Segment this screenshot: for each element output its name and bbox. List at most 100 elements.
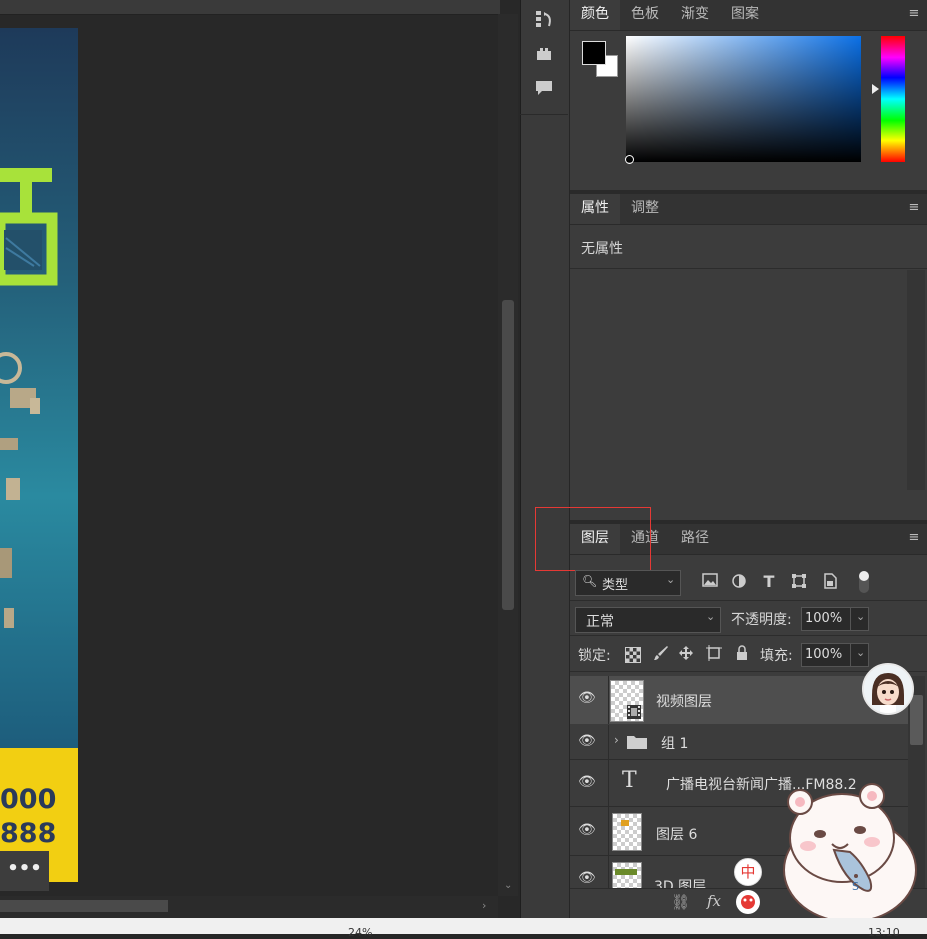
tab-paths[interactable]: 路径 <box>670 524 720 554</box>
ime-badge[interactable]: 中 <box>734 858 762 886</box>
comment-icon[interactable] <box>520 78 568 104</box>
sticker-bear-image: S <box>772 780 922 923</box>
expand-chevron-icon[interactable]: › <box>614 733 619 747</box>
color-panel-tabbar: 颜色 色板 渐变 图案 ≡ <box>570 0 927 31</box>
thumbnail-content <box>621 820 629 826</box>
tab-patterns[interactable]: 图案 <box>720 0 770 30</box>
no-properties-text: 无属性 <box>581 241 623 257</box>
type-filter-icon[interactable]: T <box>759 572 779 591</box>
lock-artboard-icon[interactable] <box>704 645 724 665</box>
zoom-level: 24% <box>348 926 373 939</box>
lock-transparency-icon[interactable] <box>625 647 641 663</box>
layer-thumbnail <box>612 862 642 888</box>
field-divider <box>850 608 851 630</box>
adjust-filter-icon[interactable] <box>729 573 749 593</box>
layer-thumbnail <box>612 813 642 851</box>
lock-brush-icon[interactable] <box>651 645 671 665</box>
link-icon[interactable]: ⛓︎ <box>671 893 690 911</box>
opacity-value: 100% <box>805 611 843 626</box>
ime-emoji-icon[interactable] <box>736 890 760 914</box>
shape-filter-icon[interactable] <box>789 573 809 593</box>
svg-text:S: S <box>852 880 859 893</box>
blend-mode-value: 正常 <box>586 614 614 630</box>
lock-move-icon[interactable] <box>676 645 696 665</box>
poster-phone-line-2: 888 <box>0 818 57 849</box>
fill-field[interactable]: 100% ⌄ <box>801 643 869 667</box>
layer-row[interactable]: 👁︎ 视频图层 <box>570 676 908 724</box>
eye-icon[interactable]: 👁︎ <box>578 870 596 886</box>
chevron-down-icon: ⌄ <box>706 610 716 623</box>
properties-panel-menu-icon[interactable]: ≡ <box>907 194 921 224</box>
filter-divider <box>570 600 927 601</box>
color-picker-marker[interactable] <box>625 155 634 164</box>
eye-icon[interactable]: 👁︎ <box>578 690 596 706</box>
chevron-down-icon[interactable]: ⌄ <box>856 610 865 623</box>
tab-swatches[interactable]: 色板 <box>620 0 670 30</box>
clock: 13:10 <box>868 926 900 939</box>
avatar[interactable] <box>862 663 914 715</box>
opacity-field[interactable]: 100% ⌄ <box>801 607 869 631</box>
hue-slider[interactable] <box>881 36 905 162</box>
properties-panel-tabbar: 属性 调整 ≡ <box>570 194 927 225</box>
lock-all-icon[interactable] <box>732 645 752 665</box>
image-filter-icon[interactable] <box>700 573 720 591</box>
document-poster[interactable]: 000 888 <box>0 28 78 882</box>
layer-filter-dropdown[interactable]: 🔍︎ 类型 ⌄ <box>575 570 681 596</box>
tab-properties[interactable]: 属性 <box>570 194 620 224</box>
blend-mode-dropdown[interactable]: 正常 ⌄ <box>575 607 721 633</box>
folder-icon <box>627 734 647 753</box>
opacity-label: 不透明度: <box>731 612 792 628</box>
layer-row[interactable]: 👁︎ › 组 1 <box>570 725 908 760</box>
canvas-vertical-scroll-thumb[interactable] <box>502 300 514 610</box>
fx-icon[interactable]: fx <box>707 892 721 910</box>
layers-panel-menu-icon[interactable]: ≡ <box>907 524 921 554</box>
filter-toggle[interactable] <box>859 571 869 593</box>
row-divider <box>608 760 609 806</box>
search-icon: 🔍︎ <box>582 574 598 588</box>
film-icon <box>627 705 641 719</box>
chevron-down-icon[interactable]: ⌄ <box>856 646 865 659</box>
smart-filter-icon[interactable] <box>820 573 840 593</box>
highlight-box <box>535 507 651 571</box>
poster-background <box>0 28 78 748</box>
eye-icon[interactable]: 👁︎ <box>578 822 596 838</box>
poster-title-graphic <box>0 168 58 286</box>
properties-divider <box>570 268 927 269</box>
tab-color[interactable]: 颜色 <box>570 0 620 30</box>
layer-filter-label: 类型 <box>602 578 629 593</box>
scroll-right-icon[interactable]: › <box>482 899 486 912</box>
layers-scroll-thumb[interactable] <box>910 695 923 745</box>
poster-phone-line-1: 000 <box>0 784 57 815</box>
layer-thumbnail <box>610 680 644 722</box>
document-canvas-area[interactable] <box>0 0 520 918</box>
tab-adjustments[interactable]: 调整 <box>620 194 670 224</box>
layer-name[interactable]: 组 1 <box>661 733 688 753</box>
field-divider <box>850 644 851 666</box>
more-options-button[interactable]: ••• <box>0 851 49 891</box>
row-divider <box>608 856 609 888</box>
color-panel-menu-icon[interactable]: ≡ <box>907 0 921 30</box>
properties-scrollbar[interactable] <box>907 270 925 490</box>
layer-name[interactable]: 3D 图层 <box>654 876 706 888</box>
canvas-horizontal-scroll-thumb[interactable] <box>0 900 168 912</box>
row-divider <box>608 676 609 724</box>
color-picker-field[interactable] <box>626 36 861 162</box>
tab-gradients[interactable]: 渐变 <box>670 0 720 30</box>
strip-divider <box>520 114 568 115</box>
layer-name[interactable]: 视频图层 <box>656 691 712 711</box>
eye-icon[interactable]: 👁︎ <box>578 774 596 790</box>
collapsed-panel-strip <box>520 0 569 918</box>
plugin-icon[interactable] <box>520 44 568 70</box>
properties-panel <box>570 194 927 520</box>
row-divider <box>608 807 609 855</box>
layer-name[interactable]: 图层 6 <box>656 824 697 844</box>
poster-buildings-graphic <box>0 352 40 628</box>
hue-slider-marker[interactable] <box>872 84 879 94</box>
document-tab-bar <box>0 0 500 15</box>
scroll-down-icon[interactable]: ⌄ <box>504 880 512 891</box>
chevron-down-icon: ⌄ <box>666 573 676 586</box>
fill-value: 100% <box>805 647 843 662</box>
eye-icon[interactable]: 👁︎ <box>578 733 596 749</box>
foreground-color-swatch[interactable] <box>582 41 606 65</box>
history-icon[interactable] <box>520 8 568 34</box>
